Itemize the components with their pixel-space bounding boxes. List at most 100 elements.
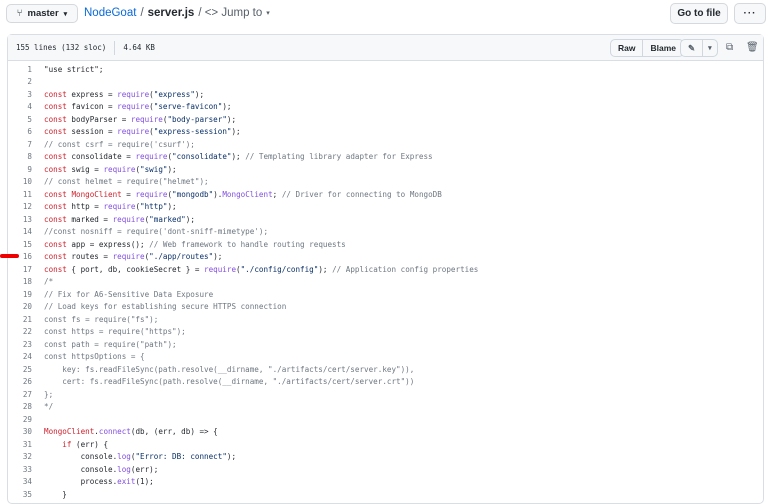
code-token: require (112, 252, 145, 262)
code-token: "express-session" (153, 127, 232, 137)
line-number[interactable]: 6 (8, 127, 32, 136)
line-number[interactable]: 21 (8, 315, 32, 324)
line-number[interactable]: 30 (8, 427, 32, 436)
line-number[interactable]: 5 (8, 115, 32, 124)
code-text: const express = require("express"); (44, 90, 204, 99)
jump-to-button[interactable]: / <> Jump to (198, 7, 262, 19)
line-number[interactable]: 34 (8, 477, 32, 486)
line-number[interactable]: 19 (8, 290, 32, 299)
code-line: 2 (8, 76, 478, 89)
code-token: (err) { (71, 439, 109, 449)
raw-button[interactable]: Raw (611, 40, 642, 56)
code-token: (err); (130, 464, 159, 474)
line-number[interactable]: 27 (8, 390, 32, 399)
line-number[interactable]: 15 (8, 240, 32, 249)
code-line: 17 const { port, db, cookieSecret } = req… (8, 263, 479, 276)
code-line: 14 //const nosniff = require('dont-sniff-… (8, 226, 478, 239)
code-token: process. (44, 477, 118, 487)
code-line: 33 console.log(err); (8, 463, 478, 476)
line-number[interactable]: 14 (8, 227, 32, 236)
code-token: session = (66, 127, 118, 137)
chevron-down-icon[interactable]: ▾ (702, 40, 717, 56)
line-number[interactable]: 29 (8, 415, 32, 424)
code-token: ); (194, 89, 205, 99)
code-token: "serve-favicon" (153, 102, 223, 112)
code-line: 9 const swig = require("swig"); (8, 163, 478, 176)
raw-blame-group: Raw Blame (610, 39, 684, 57)
code-token: "./config/config" (240, 264, 319, 274)
line-number[interactable]: 2 (8, 77, 32, 86)
code-line: 18 /* (8, 276, 478, 289)
code-token: require (135, 152, 168, 162)
line-number[interactable]: 7 (8, 140, 32, 149)
code-token: "http" (140, 202, 168, 212)
line-number[interactable]: 11 (8, 190, 32, 199)
code-token: marked = (66, 214, 113, 224)
line-number[interactable]: 25 (8, 365, 32, 374)
repo-link[interactable]: NodeGoat (84, 7, 136, 19)
line-number[interactable]: 33 (8, 465, 32, 474)
go-to-file-button[interactable]: Go to file (670, 3, 728, 24)
line-number[interactable]: 20 (8, 302, 32, 311)
code-token: http = (66, 202, 104, 212)
edit-group: ✎ ▾ (680, 39, 718, 57)
code-text: const consolidate = require("consolidate… (44, 152, 433, 161)
line-number[interactable]: 18 (8, 277, 32, 286)
line-number[interactable]: 17 (8, 265, 32, 274)
code-listing: 1 "use strict"; 2 3 const express = require(… (8, 63, 479, 501)
line-number[interactable]: 32 (8, 452, 32, 461)
branch-selector[interactable]: ⑂ master ▾ (6, 4, 78, 23)
code-text: console.log("Error: DB: connect"); (44, 452, 236, 461)
line-number[interactable]: 28 (8, 402, 32, 411)
line-number[interactable]: 12 (8, 202, 32, 211)
more-options-button[interactable]: ··· (734, 3, 766, 24)
line-number[interactable]: 8 (8, 152, 32, 161)
line-number[interactable]: 31 (8, 440, 32, 449)
code-text: const { port, db, cookieSecret } = requi… (44, 265, 478, 274)
code-token: require (117, 127, 150, 137)
line-number[interactable]: 22 (8, 327, 32, 336)
code-text: const httpsOptions = { (44, 352, 145, 361)
code-token: "Error: DB: connect" (135, 452, 227, 462)
code-token: require (117, 89, 150, 99)
line-number[interactable]: 23 (8, 340, 32, 349)
line-number[interactable]: 10 (8, 177, 32, 186)
code-token: "use strict"; (44, 64, 104, 74)
trash-icon[interactable]: 🗑 (746, 42, 759, 53)
code-line: 13 const marked = require("marked"); (8, 213, 478, 226)
line-number[interactable]: 4 (8, 102, 32, 111)
code-token: // Application config properties (332, 264, 479, 274)
line-number[interactable]: 9 (8, 165, 32, 174)
code-token: favicon = (66, 102, 118, 112)
code-token: log (117, 464, 131, 474)
code-token: bodyParser = (66, 114, 131, 124)
code-token: { port, db, cookieSecret } = (66, 264, 205, 274)
code-token: (1); (135, 477, 154, 487)
code-token: // Driver for connecting to MongoDB (281, 189, 442, 199)
copy-icon[interactable]: ⧉ (726, 42, 733, 53)
code-line: 23 const path = require("path"); (8, 338, 478, 351)
code-line: 31 if (err) { (8, 438, 478, 451)
chevron-down-icon: ▾ (266, 10, 270, 17)
code-text: } (44, 490, 67, 499)
line-number[interactable]: 24 (8, 352, 32, 361)
line-number[interactable]: 1 (8, 65, 32, 74)
divider (114, 40, 116, 55)
code-token: const (44, 189, 67, 199)
red-line-marker (0, 254, 19, 258)
line-number[interactable]: 26 (8, 377, 32, 386)
code-token: ); (167, 202, 177, 212)
code-text: const path = require("path"); (44, 340, 177, 349)
code-text: "use strict"; (44, 65, 103, 74)
code-token: ). (213, 189, 223, 199)
blame-button[interactable]: Blame (642, 40, 683, 56)
line-number[interactable]: 3 (8, 90, 32, 99)
line-count: 155 lines (132 sloc) (16, 43, 107, 52)
code-token: }; (44, 389, 54, 399)
line-number[interactable]: 35 (8, 490, 32, 499)
code-token: const (44, 152, 67, 162)
code-token: express = (66, 89, 118, 99)
line-number[interactable]: 13 (8, 215, 32, 224)
pencil-icon[interactable]: ✎ (681, 40, 702, 56)
